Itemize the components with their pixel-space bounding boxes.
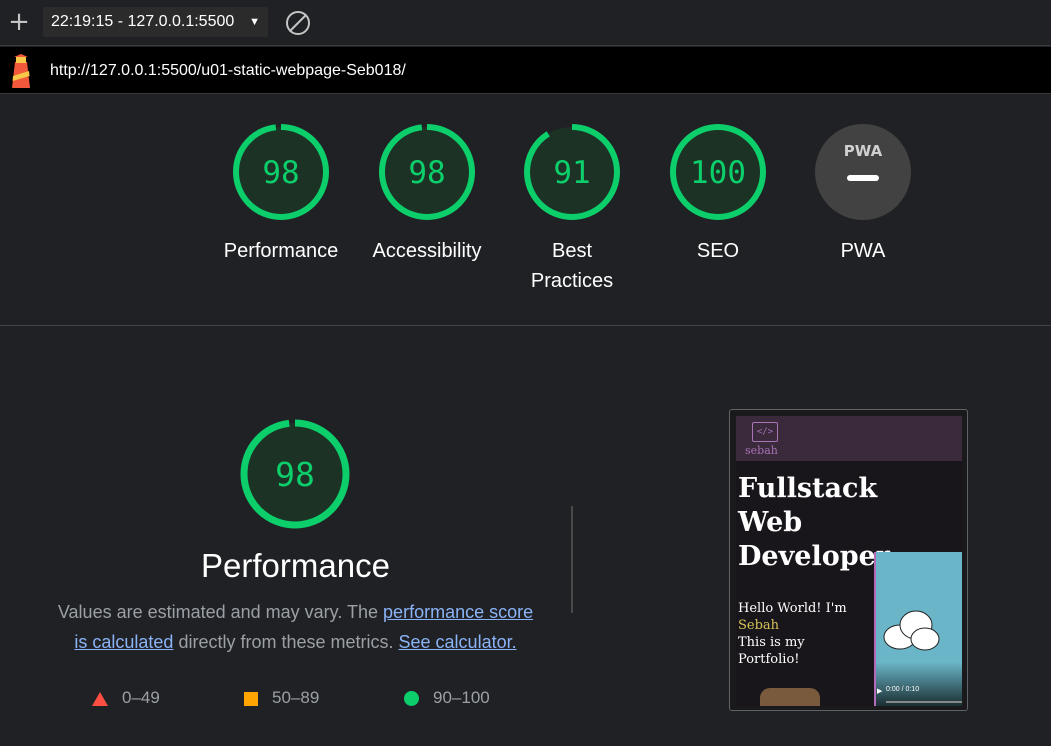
avatar xyxy=(760,688,820,706)
gauge-performance[interactable]: 98 Performance xyxy=(216,123,346,266)
video-shade xyxy=(876,662,962,706)
legend-range: 90–100 xyxy=(433,688,490,707)
desc-text: Values are estimated and may vary. The xyxy=(57,602,384,622)
performance-title: Performance xyxy=(201,547,390,584)
hero-line: Fullstack xyxy=(738,473,878,504)
report-selector-label: 22:19:15 - 127.0.0.1:5500 xyxy=(51,13,235,30)
score-gauges: 98 Performance 98 Accessibility 91 Best … xyxy=(0,95,1051,326)
caret-down-icon: ▼ xyxy=(249,16,260,28)
intro-line: Portfolio! xyxy=(738,652,800,667)
hero-line: Developer xyxy=(738,541,891,572)
legend-average: 50–89 xyxy=(244,686,319,710)
circle-icon xyxy=(404,691,419,707)
gauge-best-practices[interactable]: 91 Best Practices xyxy=(507,123,637,296)
intro-line: Hello World! I'm xyxy=(738,601,847,616)
gauge-ring: 91 xyxy=(524,124,620,220)
legend-range: 50–89 xyxy=(272,688,320,707)
plus-icon[interactable]: + xyxy=(5,9,33,37)
video-time: 0:00 / 0:10 xyxy=(886,686,920,693)
gauge-label: PWA xyxy=(840,240,886,262)
clear-icon[interactable] xyxy=(286,11,310,35)
gauge-score: 98 xyxy=(262,155,299,191)
page-screenshot[interactable]: </> sebah Fullstack Web Developer ▶ 0:00… xyxy=(729,409,968,711)
code-icon: </> xyxy=(752,422,778,442)
performance-gauge: 98 xyxy=(240,419,350,529)
pwa-badge-icon: PWA xyxy=(815,124,911,220)
see-calculator-link[interactable]: See calculator. xyxy=(399,632,517,652)
cloud-icon xyxy=(883,610,940,651)
screenshot-content: </> sebah Fullstack Web Developer ▶ 0:00… xyxy=(736,416,962,706)
report-selector[interactable]: 22:19:15 - 127.0.0.1:5500 ▼ xyxy=(43,7,268,37)
toolbar: + 22:19:15 - 127.0.0.1:5500 ▼ xyxy=(0,0,1051,46)
gauge-label: Best Practices xyxy=(530,240,614,292)
report-url: http://127.0.0.1:5500/u01-static-webpage… xyxy=(50,62,406,79)
triangle-icon xyxy=(92,691,108,706)
video-progress xyxy=(886,701,962,703)
hero-line: Web xyxy=(738,507,803,538)
site-header: </> sebah xyxy=(736,416,962,461)
performance-section: 98 Performance Values are estimated and … xyxy=(0,327,1051,746)
site-brand: sebah xyxy=(745,444,778,457)
gauge-ring: 100 xyxy=(670,124,766,220)
play-icon: ▶ xyxy=(877,688,883,695)
hero-heading: Fullstack Web Developer xyxy=(738,472,890,574)
gauge-score: 91 xyxy=(553,155,590,191)
video-player: ▶ 0:00 / 0:10 xyxy=(874,552,962,706)
gauge-score: 98 xyxy=(408,155,445,191)
url-bar: http://127.0.0.1:5500/u01-static-webpage… xyxy=(0,47,1051,94)
gauge-label: SEO xyxy=(696,240,740,262)
gauge-label: Accessibility xyxy=(372,240,482,262)
square-icon xyxy=(244,691,258,706)
gauge-seo[interactable]: 100 SEO xyxy=(653,123,783,266)
gauge-pwa[interactable]: PWA PWA xyxy=(798,123,928,266)
legend-fail: 0–49 xyxy=(92,686,160,710)
gauge-score: 100 xyxy=(690,155,746,191)
divider xyxy=(571,506,573,613)
pwa-badge-text: PWA xyxy=(844,142,883,160)
gauge-accessibility[interactable]: 98 Accessibility xyxy=(362,123,492,266)
legend-range: 0–49 xyxy=(122,688,160,707)
intro-line: This is my xyxy=(738,635,805,650)
gauge-ring: 98 xyxy=(233,124,329,220)
performance-score: 98 xyxy=(275,455,315,494)
performance-description: Values are estimated and may vary. The p… xyxy=(50,597,541,657)
intro-text: Hello World! I'm Sebah This is my Portfo… xyxy=(738,600,847,668)
lighthouse-icon xyxy=(12,54,30,88)
intro-name: Sebah xyxy=(738,618,780,633)
legend-pass: 90–100 xyxy=(404,686,490,710)
gauge-label: Performance xyxy=(223,240,339,262)
desc-text: directly from these metrics. xyxy=(173,632,399,652)
gauge-ring: 98 xyxy=(379,124,475,220)
